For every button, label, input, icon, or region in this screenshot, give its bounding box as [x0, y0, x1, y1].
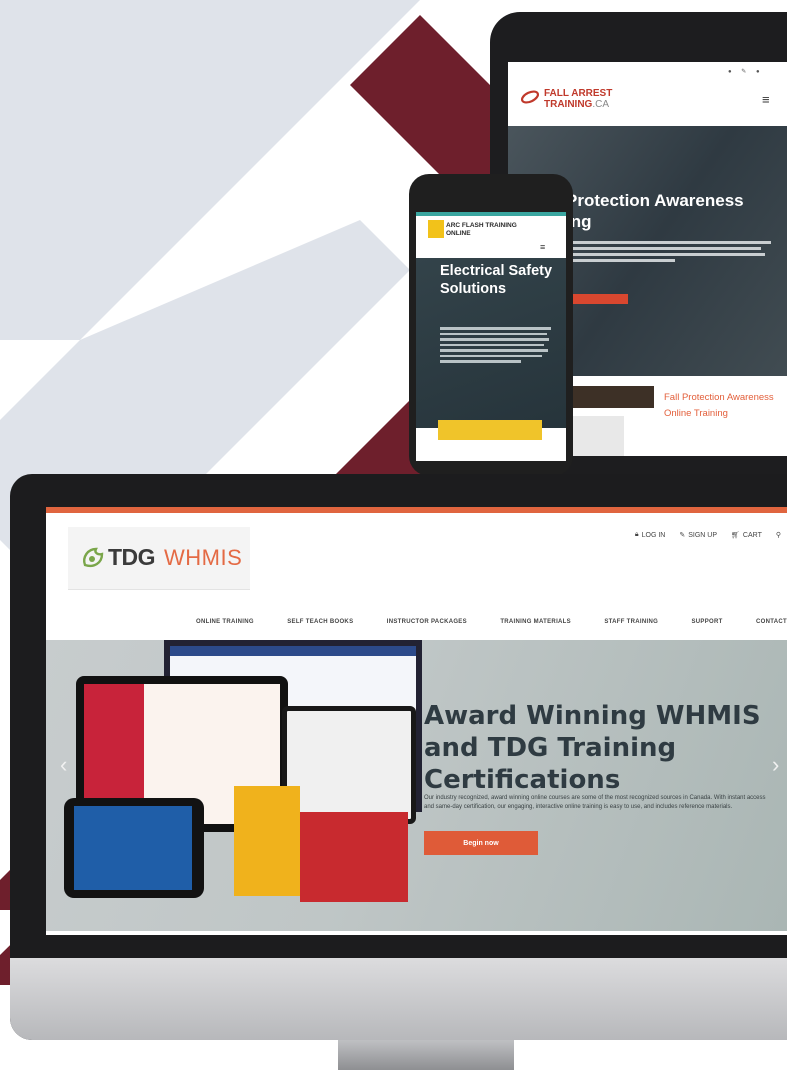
hero-body: Our industry recognized, award winning o… — [424, 795, 766, 810]
phone-hero-body-blur — [440, 324, 556, 366]
cart-label: CART — [742, 531, 762, 539]
nav-support[interactable]: SUPPORT — [691, 619, 722, 625]
cart-link[interactable]: 🛒︎ CART — [731, 531, 762, 540]
tablet-hero-button[interactable] — [566, 294, 628, 304]
desktop-screen: 🔒︎ LOG IN ✎ SIGN UP 🛒︎ CART ⚲ TDG WHMIS ONL… — [46, 507, 787, 935]
logo[interactable]: TDG WHMIS — [68, 527, 250, 590]
tablet-card-image-2 — [564, 416, 624, 456]
tablet-logo-line2: TRAINING.CA — [544, 99, 609, 110]
tablet-hero-body-blur — [568, 238, 782, 265]
monitor-chin — [10, 958, 787, 1040]
cart-icon: 🛒︎ — [731, 532, 740, 539]
hamburger-menu-icon[interactable]: ≡ — [540, 242, 545, 252]
signup-label: SIGN UP — [688, 531, 718, 539]
tablet-hero-title: Protection Awareness ing — [566, 190, 786, 232]
carousel-next-icon[interactable]: › — [772, 752, 779, 778]
tablet-hero-title-line1: Protection Awareness — [566, 191, 744, 210]
tablet-logo-training: TRAINING — [544, 99, 593, 110]
account-links: 🔒︎ LOG IN ✎ SIGN UP 🛒︎ CART ⚲ — [635, 531, 781, 539]
phone-top-bar — [416, 212, 566, 216]
hero-banner: ‹ › Award Winning WHMIS and TDG Training… — [46, 640, 787, 931]
phone-screen: ARC FLASH TRAINING ONLINE ≡ Electrical S… — [416, 212, 566, 461]
phone-cta-button[interactable] — [438, 420, 542, 440]
logo-leaf-icon — [83, 547, 104, 568]
product-tablet-screen — [74, 806, 192, 890]
product-book-yellow — [234, 786, 300, 896]
carousel-prev-icon[interactable]: ‹ — [60, 752, 67, 778]
pencil-icon: ✎ — [679, 532, 686, 539]
login-link[interactable]: 🔒︎ LOG IN — [635, 531, 665, 539]
login-label: LOG IN — [641, 531, 666, 539]
monitor-stand — [338, 1040, 514, 1070]
product-photo-card — [282, 706, 416, 824]
nav-instructor-packages[interactable]: INSTRUCTOR PACKAGES — [387, 619, 467, 625]
arc-flash-logo-icon — [428, 220, 444, 238]
tablet-logo-line1: FALL ARREST — [544, 88, 613, 99]
hero-title: Award Winning WHMIS and TDG Training Cer… — [424, 701, 761, 795]
main-nav: ONLINE TRAINING SELF TEACH BOOKS INSTRUC… — [196, 619, 787, 625]
tablet-hero-title-line2: ing — [566, 212, 592, 231]
signup-link[interactable]: ✎ SIGN UP — [679, 531, 718, 540]
phone-logo-line2: ONLINE — [446, 230, 471, 237]
nav-staff-training[interactable]: STAFF TRAINING — [604, 619, 658, 625]
logo-whmis: WHMIS — [164, 545, 243, 570]
nav-contact[interactable]: CONTACT — [756, 619, 787, 625]
product-tablet — [64, 798, 204, 898]
product-screenshot-bar — [170, 646, 416, 656]
phone-hero-title: Electrical Safety Solutions — [440, 263, 553, 297]
nav-online-training[interactable]: ONLINE TRAINING — [196, 619, 254, 625]
tablet-card-image — [564, 386, 654, 408]
begin-now-button[interactable]: Begin now — [424, 831, 538, 855]
search-icon[interactable]: ⚲ — [776, 531, 781, 539]
tablet-top-icons: ● ✎ ● — [728, 69, 764, 75]
tablet-card-link[interactable]: Fall Protection Awareness Online Trainin… — [664, 390, 774, 422]
nav-self-teach-books[interactable]: SELF TEACH BOOKS — [287, 619, 353, 625]
carabiner-icon — [520, 90, 540, 104]
phone-logo-line1: ARC FLASH TRAINING — [446, 222, 517, 229]
nav-training-materials[interactable]: TRAINING MATERIALS — [500, 619, 571, 625]
hamburger-menu-icon[interactable]: ≡ — [762, 92, 770, 107]
lock-icon: 🔒︎ — [634, 531, 639, 538]
product-book-red — [300, 812, 408, 902]
logo-tdg: TDG — [108, 544, 156, 570]
accent-top-bar — [46, 507, 787, 513]
tablet-logo-suffix: .CA — [592, 99, 610, 110]
